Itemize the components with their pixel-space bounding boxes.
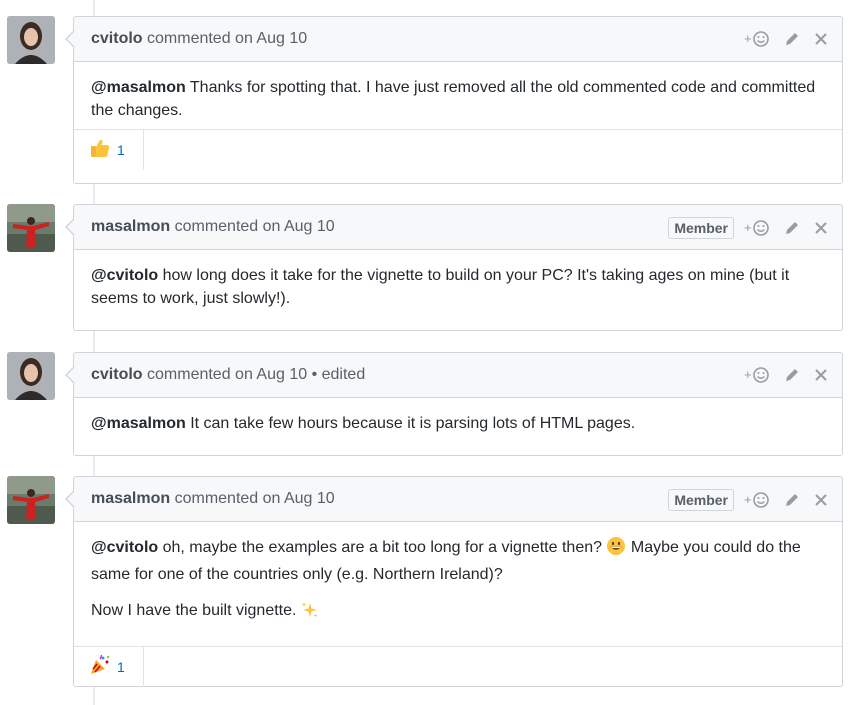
comment-author[interactable]: masalmon: [91, 490, 170, 507]
reactions-bar: 1: [74, 129, 842, 170]
comment-box: masalmon commented on Aug 10 Member + @c…: [65, 204, 843, 331]
member-badge: Member: [668, 217, 734, 239]
pencil-icon[interactable]: [784, 29, 800, 49]
user-mention[interactable]: @cvitolo: [91, 267, 158, 284]
comment-body: @masalmon Thanks for spotting that. I ha…: [74, 62, 842, 129]
avatar[interactable]: [7, 204, 55, 252]
comment-body: @cvitolo how long does it take for the v…: [74, 250, 842, 310]
sparkles-icon: [301, 601, 319, 626]
comment-timestamp[interactable]: commented on Aug 10: [170, 218, 335, 235]
comment-body: @masalmon It can take few hours because …: [74, 398, 842, 435]
comment-header: masalmon commented on Aug 10 Member +: [74, 205, 842, 250]
comment-author[interactable]: masalmon: [91, 218, 170, 235]
reaction-count: 1: [117, 142, 125, 158]
comment-text: Thanks for spotting that. I have just re…: [91, 79, 816, 119]
reactions-bar: 1: [74, 646, 842, 687]
user-mention[interactable]: @masalmon: [91, 415, 186, 432]
comment-box: cvitolo commented on Aug 10 + @masalmon …: [65, 16, 843, 184]
add-reaction-button[interactable]: +: [744, 218, 770, 238]
close-icon[interactable]: [814, 218, 828, 238]
avatar[interactable]: [7, 476, 55, 524]
comment-author[interactable]: cvitolo: [91, 30, 143, 47]
comment-text: It can take few hours because it is pars…: [185, 415, 636, 432]
comment-text: Now I have the built vignette.: [91, 602, 301, 619]
pencil-icon[interactable]: [784, 490, 800, 510]
svg-text:+: +: [744, 31, 752, 46]
comment-timestamp[interactable]: commented on Aug 10: [143, 30, 307, 47]
comment-header: masalmon commented on Aug 10 Member +: [74, 477, 842, 522]
add-reaction-button[interactable]: +: [744, 365, 770, 385]
party-popper-icon: [89, 654, 111, 681]
close-icon[interactable]: [814, 29, 828, 49]
thumbs-up-icon: [89, 137, 111, 164]
pencil-icon[interactable]: [784, 218, 800, 238]
avatar[interactable]: [7, 352, 55, 400]
comment-text: how long does it take for the vignette t…: [91, 267, 790, 307]
member-badge: Member: [668, 489, 734, 511]
add-reaction-button[interactable]: +: [744, 490, 770, 510]
add-reaction-button[interactable]: +: [744, 29, 770, 49]
comment-text: oh, maybe the examples are a bit too lon…: [158, 539, 607, 556]
close-icon[interactable]: [814, 365, 828, 385]
svg-text:+: +: [744, 220, 752, 235]
grinning-face-icon: [606, 536, 626, 563]
comment-header: cvitolo commented on Aug 10 +: [74, 17, 842, 62]
comment-box: masalmon commented on Aug 10 Member + @c…: [65, 476, 843, 687]
pencil-icon[interactable]: [784, 365, 800, 385]
comment-header: cvitolo commented on Aug 10 • edited +: [74, 353, 842, 398]
svg-text:+: +: [744, 492, 752, 507]
comment-timestamp[interactable]: commented on Aug 10: [143, 366, 307, 383]
reaction-button[interactable]: 1: [74, 647, 144, 687]
svg-text:+: +: [744, 367, 752, 382]
user-mention[interactable]: @cvitolo: [91, 539, 158, 556]
reaction-count: 1: [117, 659, 125, 675]
comment-box: cvitolo commented on Aug 10 • edited + @…: [65, 352, 843, 456]
comment-author[interactable]: cvitolo: [91, 366, 143, 383]
close-icon[interactable]: [814, 490, 828, 510]
comment-timestamp[interactable]: commented on Aug 10: [170, 490, 335, 507]
edited-indicator[interactable]: • edited: [307, 366, 366, 383]
reaction-button[interactable]: 1: [74, 130, 144, 170]
user-mention[interactable]: @masalmon: [91, 79, 186, 96]
comment-body: @cvitolo oh, maybe the examples are a bi…: [74, 522, 842, 646]
avatar[interactable]: [7, 16, 55, 64]
